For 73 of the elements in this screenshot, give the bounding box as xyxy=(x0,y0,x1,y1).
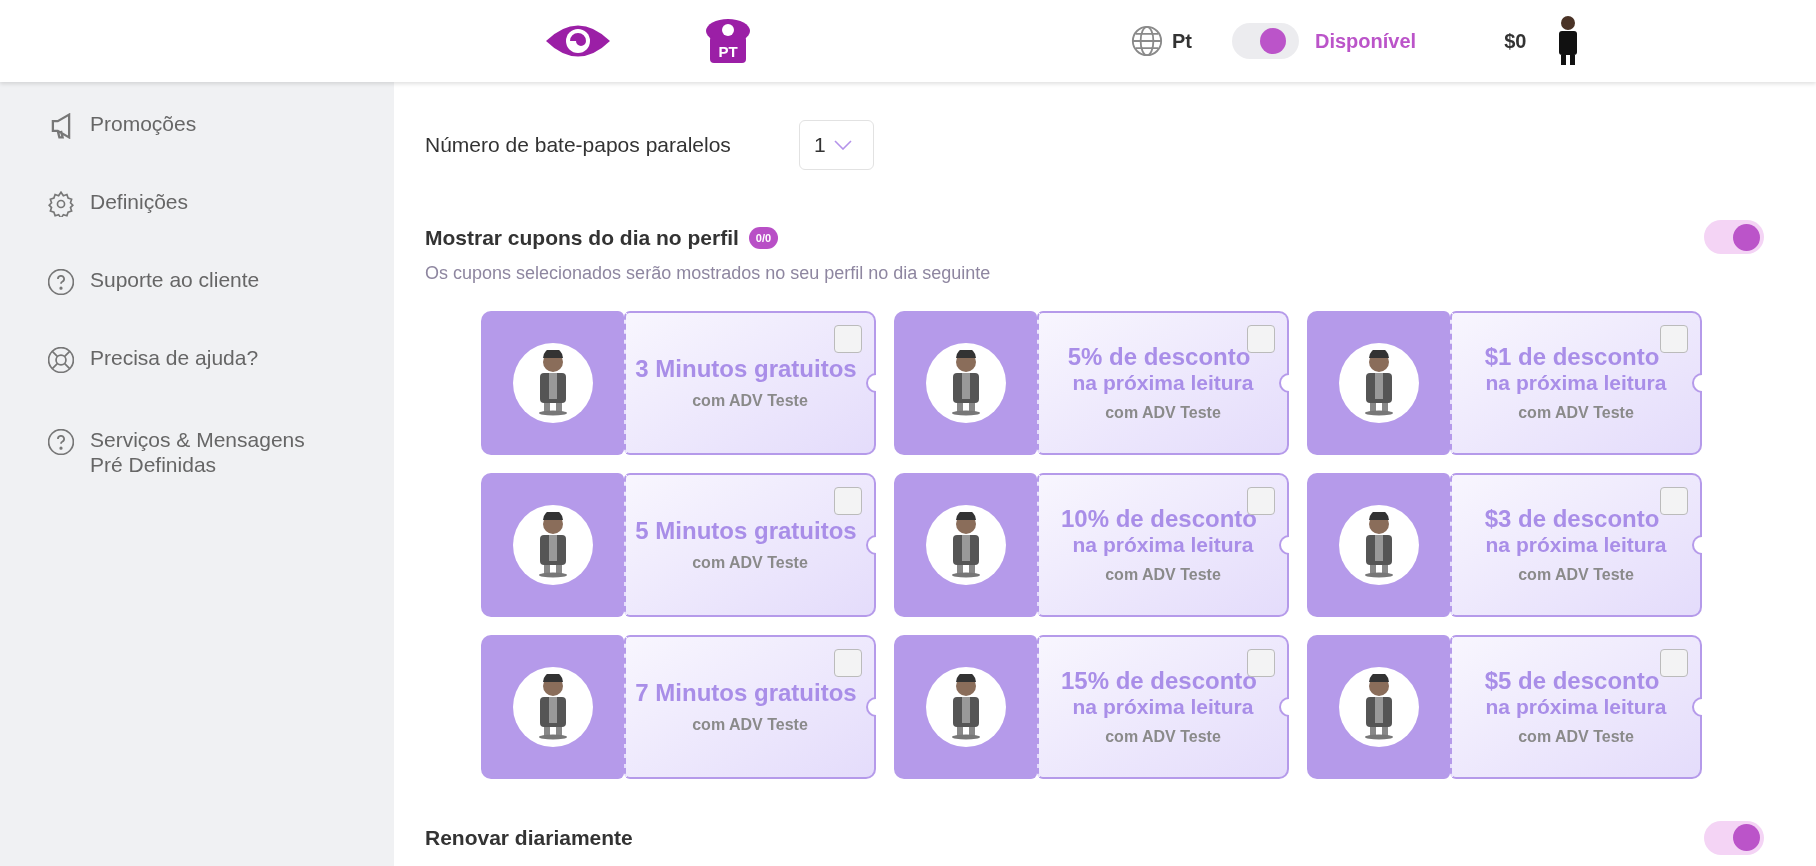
coupon-subtitle: na próxima leitura xyxy=(1072,695,1254,719)
section-title: Mostrar cupons do dia no perfil xyxy=(425,225,739,251)
coupon-ticket[interactable]: 5 Minutos gratuitos com ADV Teste xyxy=(624,472,876,617)
coupon-title: 3 Minutos gratuitos xyxy=(635,354,858,383)
help-icon xyxy=(48,429,74,455)
coupon-title: 15% de desconto xyxy=(1060,666,1259,695)
coupon-owner: com ADV Teste xyxy=(692,391,808,411)
renew-daily-toggle[interactable] xyxy=(1704,820,1764,855)
ticket-notch xyxy=(1279,372,1289,393)
availability-label: Disponível xyxy=(1315,29,1417,54)
sidebar-item[interactable]: Serviços & Mensagens Pré Definidas xyxy=(90,427,340,477)
coupon-ticket[interactable]: $5 de desconto na próxima leitura com ADV Teste xyxy=(1450,634,1702,779)
coupon-owner: com ADV Teste xyxy=(1518,565,1634,585)
coupon-ticket[interactable]: 7 Minutos gratuitos com ADV Teste xyxy=(624,634,876,779)
ticket-notch xyxy=(1279,696,1289,717)
settings-icon xyxy=(48,191,74,217)
sidebar-item[interactable]: Definições xyxy=(90,189,340,214)
coupon-ticket[interactable]: 15% de desconto na próxima leitura com ADV Teste xyxy=(1037,634,1289,779)
coupon-title: 7 Minutos gratuitos xyxy=(635,678,858,707)
coupon-owner: com ADV Teste xyxy=(1105,727,1221,747)
coupon-checkbox[interactable] xyxy=(1660,648,1688,677)
lifebuoy-icon xyxy=(48,347,74,373)
section-description: Os cupons selecionados serão mostrados no seu perfil no dia seguinte xyxy=(425,261,991,285)
coupon-owner: com ADV Teste xyxy=(1518,727,1634,747)
coupon-title: 5 Minutos gratuitos xyxy=(635,516,858,545)
coupon-ticket[interactable]: 10% de desconto na próxima leitura com ADV Teste xyxy=(1037,472,1289,617)
coupon-owner: com ADV Teste xyxy=(1105,565,1221,585)
coupon-title: $3 de desconto xyxy=(1484,504,1661,533)
coupon-checkbox[interactable] xyxy=(834,324,862,353)
megaphone-icon xyxy=(51,113,71,139)
ticket-notch xyxy=(1692,372,1702,393)
coupon-checkbox[interactable] xyxy=(834,648,862,677)
sidebar-item[interactable]: Precisa de ajuda? xyxy=(90,345,340,370)
count-badge: 0/0 xyxy=(748,226,779,249)
availability-toggle[interactable] xyxy=(1232,23,1299,59)
sidebar-item[interactable]: Suporte ao cliente xyxy=(90,267,340,292)
coupon-checkbox[interactable] xyxy=(834,486,862,515)
coupon-ticket[interactable]: 5% de desconto na próxima leitura com ADV Teste xyxy=(1037,310,1289,455)
balance-amount: $0 xyxy=(1504,29,1527,54)
chevron-down-icon xyxy=(833,140,852,150)
coupon-ticket[interactable]: 3 Minutos gratuitos com ADV Teste xyxy=(624,310,876,455)
coupon-checkbox[interactable] xyxy=(1660,486,1688,515)
coupon-title: $5 de desconto xyxy=(1484,666,1661,695)
globe-icon[interactable] xyxy=(1130,24,1164,58)
renew-daily-label: Renovar diariamente xyxy=(425,824,633,851)
coupon-checkbox[interactable] xyxy=(1660,324,1688,353)
coupon-owner: com ADV Teste xyxy=(1518,403,1634,423)
pt-logo-text: PT xyxy=(718,43,738,60)
coupon-subtitle: na próxima leitura xyxy=(1072,533,1254,557)
language-label[interactable]: Pt xyxy=(1172,26,1192,56)
ticket-notch xyxy=(866,372,876,393)
coupon-subtitle: na próxima leitura xyxy=(1485,371,1667,395)
ticket-notch xyxy=(1279,534,1289,555)
coupons-toggle[interactable] xyxy=(1704,220,1764,254)
coupon-owner: com ADV Teste xyxy=(692,553,808,573)
sidebar-item[interactable]: Promoções xyxy=(90,111,340,136)
coupon-title: 5% de desconto xyxy=(1067,342,1252,371)
ticket-notch xyxy=(1692,696,1702,717)
coupon-owner: com ADV Teste xyxy=(692,715,808,735)
coupon-owner: com ADV Teste xyxy=(1105,403,1221,423)
ticket-notch xyxy=(866,534,876,555)
coupon-subtitle: na próxima leitura xyxy=(1485,695,1667,719)
help-icon xyxy=(48,269,74,295)
coupon-ticket[interactable]: $3 de desconto na próxima leitura com ADV Teste xyxy=(1450,472,1702,617)
coupon-subtitle: na próxima leitura xyxy=(1485,533,1667,557)
coupon-subtitle: na próxima leitura xyxy=(1072,371,1254,395)
ticket-notch xyxy=(866,696,876,717)
parallel-chats-label: Número de bate-papos paralelos xyxy=(425,132,732,159)
parallel-chats-select[interactable]: 1 xyxy=(799,120,874,170)
coupon-ticket[interactable]: $1 de desconto na próxima leitura com ADV Teste xyxy=(1450,310,1702,455)
coupon-title: 10% de desconto xyxy=(1060,504,1259,533)
ticket-notch xyxy=(1692,534,1702,555)
coupon-title: $1 de desconto xyxy=(1484,342,1661,371)
